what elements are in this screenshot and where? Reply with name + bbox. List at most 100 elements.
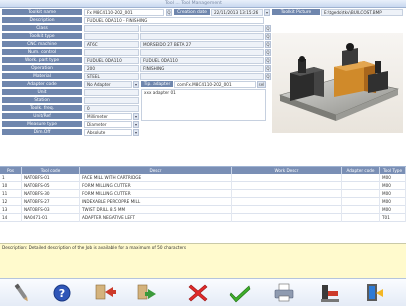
column-header-adapter-code[interactable]: Adapter code xyxy=(342,167,380,174)
window-title-bar: Tool ... Tool Management xyxy=(0,0,406,8)
description-field[interactable]: FUDUEL 0DA110 - FINISHING xyxy=(84,17,264,24)
cell-adapter-code xyxy=(342,206,380,214)
cell-tool-code: NAT0BFS-30 xyxy=(22,190,80,198)
class-field[interactable] xyxy=(84,25,139,32)
dim-off-select[interactable]: Absolute xyxy=(84,129,132,136)
unit-ref-select[interactable]: Millimeter xyxy=(84,113,132,120)
material-lookup-button[interactable]: Q xyxy=(265,73,271,80)
creation-date-label: Creation date xyxy=(174,9,210,16)
toolkit-frequency-field[interactable]: 0 xyxy=(84,105,139,112)
cell-work-descr xyxy=(232,198,342,206)
unit-ref-dropdown[interactable] xyxy=(133,113,139,120)
column-header-work-descr[interactable]: Work Descr xyxy=(232,167,342,174)
column-header-tool-code[interactable]: Tool code xyxy=(22,167,80,174)
column-header-tool-type[interactable]: Tool Type xyxy=(380,167,406,174)
unit-label: Unit xyxy=(2,89,82,96)
class-lookup-button[interactable]: Q xyxy=(265,25,271,32)
table-row[interactable]: 10 NAT0BFS-05 FORM MILLING CUTTER M00 xyxy=(0,182,406,190)
pen-icon[interactable] xyxy=(10,281,34,304)
cell-descr: ADAPTER NEGATIVE LEFT xyxy=(80,214,232,222)
toolkit-name-label: Toolkit name xyxy=(2,9,82,16)
dim-off-dropdown[interactable] xyxy=(133,129,139,136)
tip-adapter-select-button[interactable]: sel xyxy=(257,81,266,88)
machine-icon[interactable] xyxy=(318,281,342,304)
table-row[interactable]: 12 NAT0BFS-27 INDEXABLE PERCOPRE MILL M0… xyxy=(0,198,406,206)
work-part-type-lookup-button[interactable]: Q xyxy=(265,57,271,64)
description-area[interactable]: Description: Detailed description of the… xyxy=(0,243,406,279)
toolkit-picture xyxy=(272,33,403,133)
toolkit-type-field[interactable] xyxy=(84,33,139,40)
toolkit-name-field[interactable]: Fx M8C4110-202_001 xyxy=(84,9,164,16)
cell-descr: FORM MILLING CUTTER xyxy=(80,182,232,190)
station-field[interactable] xyxy=(84,97,139,104)
cell-tool-type: M00 xyxy=(380,190,406,198)
num-control-field[interactable] xyxy=(84,49,139,56)
station-label: Station xyxy=(2,97,82,104)
column-header-descr[interactable]: Descr xyxy=(80,167,232,174)
table-row[interactable]: 14 NA0471-01 ADAPTER NEGATIVE LEFT T01 xyxy=(0,214,406,222)
creation-date-button[interactable]: ▾ xyxy=(264,9,270,16)
cell-adapter-code xyxy=(342,214,380,222)
measure-type-dropdown[interactable] xyxy=(133,121,139,128)
adapter-code-dropdown[interactable] xyxy=(133,81,139,88)
cell-adapter-code xyxy=(342,198,380,206)
cell-pos: 14 xyxy=(0,214,22,222)
cnc-machine-description: MORSEIDO 27 BETA 27 xyxy=(140,41,264,48)
operation-lookup-button[interactable]: Q xyxy=(265,65,271,72)
cell-work-descr xyxy=(232,190,342,198)
toolkit-name-lookup-button[interactable]: Q xyxy=(166,9,172,16)
arrow-in-icon[interactable] xyxy=(92,281,116,304)
unit-field[interactable] xyxy=(84,89,139,96)
cell-tool-code: NA0471-01 xyxy=(22,214,80,222)
tip-adapter-label: Tip. adapter xyxy=(141,81,173,88)
tip-adapter-field[interactable]: comFx.M8C4110-202_001 xyxy=(174,81,256,88)
print-icon[interactable] xyxy=(272,281,296,304)
cell-tool-code: NAT0BFS-01 xyxy=(22,174,80,182)
unit-ref-label: Unit/Ref xyxy=(2,113,82,120)
cell-tool-type: M00 xyxy=(380,198,406,206)
num-control-label: Num. control xyxy=(2,49,82,56)
operation-description: FINISHING xyxy=(140,65,264,72)
cnc-machine-field[interactable]: AT6C xyxy=(84,41,139,48)
tools-table-header: Pos Tool code Descr Work Descr Adapter c… xyxy=(0,167,406,174)
cell-tool-type: M00 xyxy=(380,174,406,182)
adapter-notes-area[interactable]: xxx adapter 01 xyxy=(141,89,266,121)
measure-type-select[interactable]: Diameter xyxy=(84,121,132,128)
num-control-lookup-button[interactable]: Q xyxy=(265,49,271,56)
cnc-machine-label: CNC machine xyxy=(2,41,82,48)
adapter-code-field[interactable]: No Adapter xyxy=(84,81,132,88)
toolkit-frequency-label: Toolk. freq. xyxy=(2,105,82,112)
cell-tool-type: T01 xyxy=(380,214,406,222)
material-label: Material xyxy=(2,73,82,80)
cell-pos: 11 xyxy=(0,190,22,198)
operation-label: Operation xyxy=(2,65,82,72)
material-field[interactable]: STEEL xyxy=(84,73,139,80)
table-row[interactable]: 1 NAT0BFS-01 FACE MILL WITH CARTRIDGE M0… xyxy=(0,174,406,182)
description-text: Description: Detailed description of the… xyxy=(2,245,187,250)
confirm-icon[interactable] xyxy=(228,281,252,304)
toolkit-picture-label: Toolkit Picture xyxy=(272,9,320,16)
cnc-machine-lookup-button[interactable]: Q xyxy=(265,41,271,48)
cell-tool-code: NAT0BFS-03 xyxy=(22,206,80,214)
window-title: Tool ... Tool Management xyxy=(165,1,222,6)
delete-icon[interactable] xyxy=(186,281,210,304)
toolkit-type-lookup-button[interactable]: Q xyxy=(265,33,271,40)
toolkit-fixture-image xyxy=(272,33,403,133)
column-header-pos[interactable]: Pos xyxy=(0,167,22,174)
arrow-out-icon[interactable] xyxy=(134,281,158,304)
cell-descr: FACE MILL WITH CARTRIDGE xyxy=(80,174,232,182)
cell-pos: 13 xyxy=(0,206,22,214)
bottom-toolbar: ? xyxy=(0,278,406,306)
cell-work-descr xyxy=(232,174,342,182)
table-row[interactable]: 13 NAT0BFS-03 TWIST DRILL 8.5 MM M00 xyxy=(0,206,406,214)
work-part-type-field[interactable]: FUDUEL 0DA110 xyxy=(84,57,139,64)
exit-icon[interactable] xyxy=(362,281,386,304)
work-part-type-description: FUDUEL 0DA110 xyxy=(140,57,264,64)
toolkit-picture-path[interactable]: E:\tgedo\tkv\BUILCOST.BMP xyxy=(321,9,403,16)
help-icon[interactable]: ? xyxy=(50,281,74,304)
table-row[interactable]: 11 NAT0BFS-30 FORM MILLING CUTTER M00 xyxy=(0,190,406,198)
toolkit-type-description xyxy=(140,33,264,40)
tools-table: Pos Tool code Descr Work Descr Adapter c… xyxy=(0,166,406,244)
description-label: Description xyxy=(2,17,82,24)
operation-field[interactable]: 200 xyxy=(84,65,139,72)
